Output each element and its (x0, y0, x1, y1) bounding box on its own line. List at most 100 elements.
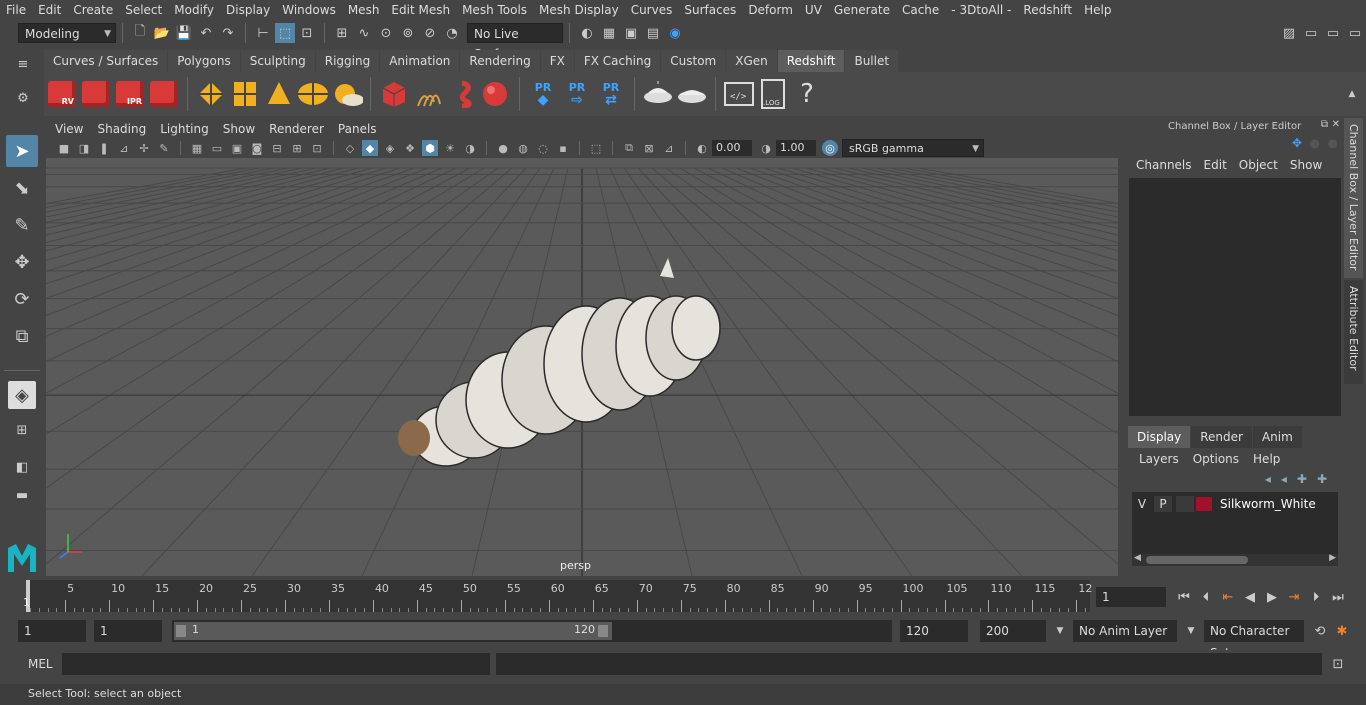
redshift-volume-button[interactable] (446, 76, 478, 112)
layer-display-type-toggle[interactable] (1176, 496, 1194, 512)
select-component-icon[interactable]: ⊡ (297, 23, 317, 43)
shelf-tab-xgen[interactable]: XGen (726, 50, 777, 72)
layer-menu-options[interactable]: Options (1186, 452, 1246, 466)
grease-pencil-icon[interactable]: ✎ (156, 140, 172, 156)
shelf-tab-rigging[interactable]: Rigging (315, 50, 380, 72)
toggle-panel-icon[interactable]: ▭ (1345, 23, 1365, 43)
resolution-gate-icon[interactable]: ▣ (229, 140, 245, 156)
textured-icon[interactable]: ❖ (402, 140, 418, 156)
playback-start-field[interactable]: 1 (94, 620, 162, 642)
redshift-physical-light-button[interactable] (263, 76, 295, 112)
isolate-select-icon[interactable]: ⬚ (588, 140, 604, 156)
snap-curve-icon[interactable]: ∿ (354, 23, 374, 43)
shelf-menu-icon[interactable]: ≡ (13, 54, 33, 74)
safe-title-icon[interactable]: ⊡ (309, 140, 325, 156)
menu-deform[interactable]: Deform (742, 0, 799, 20)
camera-attributes-icon[interactable]: ◨ (76, 140, 92, 156)
move-layer-up-icon[interactable]: ◂ (1260, 472, 1276, 486)
character-set-field[interactable]: No Character Set (1204, 620, 1304, 660)
shelf-tab-redshift[interactable]: Redshift (777, 50, 845, 72)
viewport-menu-show[interactable]: Show (216, 120, 262, 138)
smooth-shade-icon[interactable]: ◆ (362, 140, 378, 156)
auto-key-icon[interactable]: ⟲ (1310, 621, 1330, 641)
scene-start-field[interactable]: 1 (18, 620, 86, 642)
menu-redshift[interactable]: Redshift (1017, 0, 1078, 20)
viewport-menu-view[interactable]: View (48, 120, 90, 138)
viewport-menu-shading[interactable]: Shading (90, 120, 153, 138)
snap-projected-icon[interactable]: ⊚ (398, 23, 418, 43)
gate-mask-icon[interactable]: ◙ (249, 140, 265, 156)
snap-grid-icon[interactable]: ⊞ (332, 23, 352, 43)
outliner-layout-icon[interactable]: ◧ (6, 451, 38, 483)
layer-color-swatch[interactable] (1196, 497, 1212, 511)
layer-row[interactable]: V P Silkworm_White (1132, 492, 1338, 514)
script-language-label[interactable]: MEL (28, 657, 62, 671)
new-scene-icon[interactable]: 🗋 (130, 23, 150, 43)
scroll-right-icon[interactable]: ▶ (1329, 553, 1336, 563)
wireframe-icon[interactable]: ◇ (342, 140, 358, 156)
layer-menu-help[interactable]: Help (1246, 452, 1287, 466)
side-tab-channel-box[interactable]: Channel Box / Layer Editor (1344, 118, 1363, 278)
shelf-tab-custom[interactable]: Custom (661, 50, 726, 72)
perspective-viewport[interactable] (46, 158, 1118, 576)
layer-tab-render[interactable]: Render (1191, 426, 1252, 448)
play-backward-icon[interactable]: ◀ (1240, 587, 1260, 607)
select-object-icon[interactable]: ⬚ (275, 23, 295, 43)
channel-lock-icon[interactable]: ● (1310, 136, 1320, 150)
layer-name[interactable]: Silkworm_White (1220, 497, 1316, 511)
select-tool-icon[interactable]: ➤ (6, 135, 38, 167)
panel-layout-icon[interactable]: ▬ (6, 488, 38, 503)
close-icon[interactable]: ✕ (1332, 119, 1340, 130)
safe-action-icon[interactable]: ⊞ (289, 140, 305, 156)
menu-edit[interactable]: Edit (32, 0, 67, 20)
move-layer-down-icon[interactable]: ◂ (1276, 472, 1292, 486)
channel-menu-channels[interactable]: Channels (1130, 158, 1198, 172)
playback-end-field[interactable]: 120 (900, 620, 968, 642)
redshift-pr-3-button[interactable]: PR ⇄ (595, 76, 627, 112)
scrollbar-thumb[interactable] (1146, 556, 1248, 564)
shelf-tab-fx[interactable]: FX (540, 50, 574, 72)
redshift-proxy-button[interactable] (378, 76, 410, 112)
viewport-menu-panels[interactable]: Panels (331, 120, 384, 138)
layer-tab-display[interactable]: Display (1128, 426, 1191, 448)
range-end-grip[interactable] (598, 625, 608, 637)
channel-tool-icon[interactable]: ✥ (1292, 136, 1302, 150)
menu-modify[interactable]: Modify (168, 0, 220, 20)
motion-blur-icon[interactable]: ◍ (515, 140, 531, 156)
open-scene-icon[interactable]: 📂 (152, 23, 172, 43)
layer-tab-anim[interactable]: Anim (1252, 426, 1302, 448)
shelf-tab-curves-surfaces[interactable]: Curves / Surfaces (44, 50, 168, 72)
viewport-menu-renderer[interactable]: Renderer (262, 120, 331, 138)
menu-help[interactable]: Help (1078, 0, 1117, 20)
field-chart-icon[interactable]: ⊟ (269, 140, 285, 156)
redshift-ies-light-button[interactable] (297, 76, 329, 112)
step-back-frame-icon[interactable]: ⇤ (1218, 587, 1238, 607)
channel-box-area[interactable] (1129, 178, 1341, 416)
redshift-sphere-button[interactable] (480, 76, 512, 112)
four-view-layout-icon[interactable]: ⊞ (6, 414, 38, 446)
color-management-icon[interactable]: ◎ (822, 140, 838, 156)
mode-selector[interactable]: Modeling ▼ (18, 23, 116, 43)
command-input[interactable] (62, 653, 490, 675)
screen-space-ao-icon[interactable]: ● (495, 140, 511, 156)
layer-scrollbar[interactable]: ◀ ▶ (1132, 553, 1338, 566)
redshift-dome-light-button[interactable] (331, 76, 363, 112)
move-tool-icon[interactable]: ✥ (6, 246, 38, 278)
layer-playback-toggle[interactable]: P (1154, 496, 1172, 512)
ipr-render-icon[interactable]: ▣ (621, 23, 641, 43)
float-panel-icon[interactable]: ⧉ (1321, 119, 1328, 130)
xray-active-icon[interactable]: ⊠ (641, 140, 657, 156)
workspace-icon[interactable]: ▨ (1279, 23, 1299, 43)
redshift-area-light-button[interactable] (195, 76, 227, 112)
scale-tool-icon[interactable]: ⧉ (6, 320, 38, 352)
render-view-icon[interactable]: ▦ (599, 23, 619, 43)
script-editor-icon[interactable]: ⊡ (1328, 654, 1348, 674)
toggle-panel-icon[interactable]: ▭ (1301, 23, 1321, 43)
redshift-render-view-button[interactable]: RV (46, 76, 78, 112)
image-plane-icon[interactable]: ⊿ (116, 140, 132, 156)
shelf-tab-sculpting[interactable]: Sculpting (240, 50, 315, 72)
chevron-down-icon[interactable]: ▼ (1050, 621, 1070, 641)
menu-file[interactable]: File (0, 0, 32, 20)
menu-cache[interactable]: Cache (896, 0, 945, 20)
render-frame-icon[interactable]: ◐ (577, 23, 597, 43)
